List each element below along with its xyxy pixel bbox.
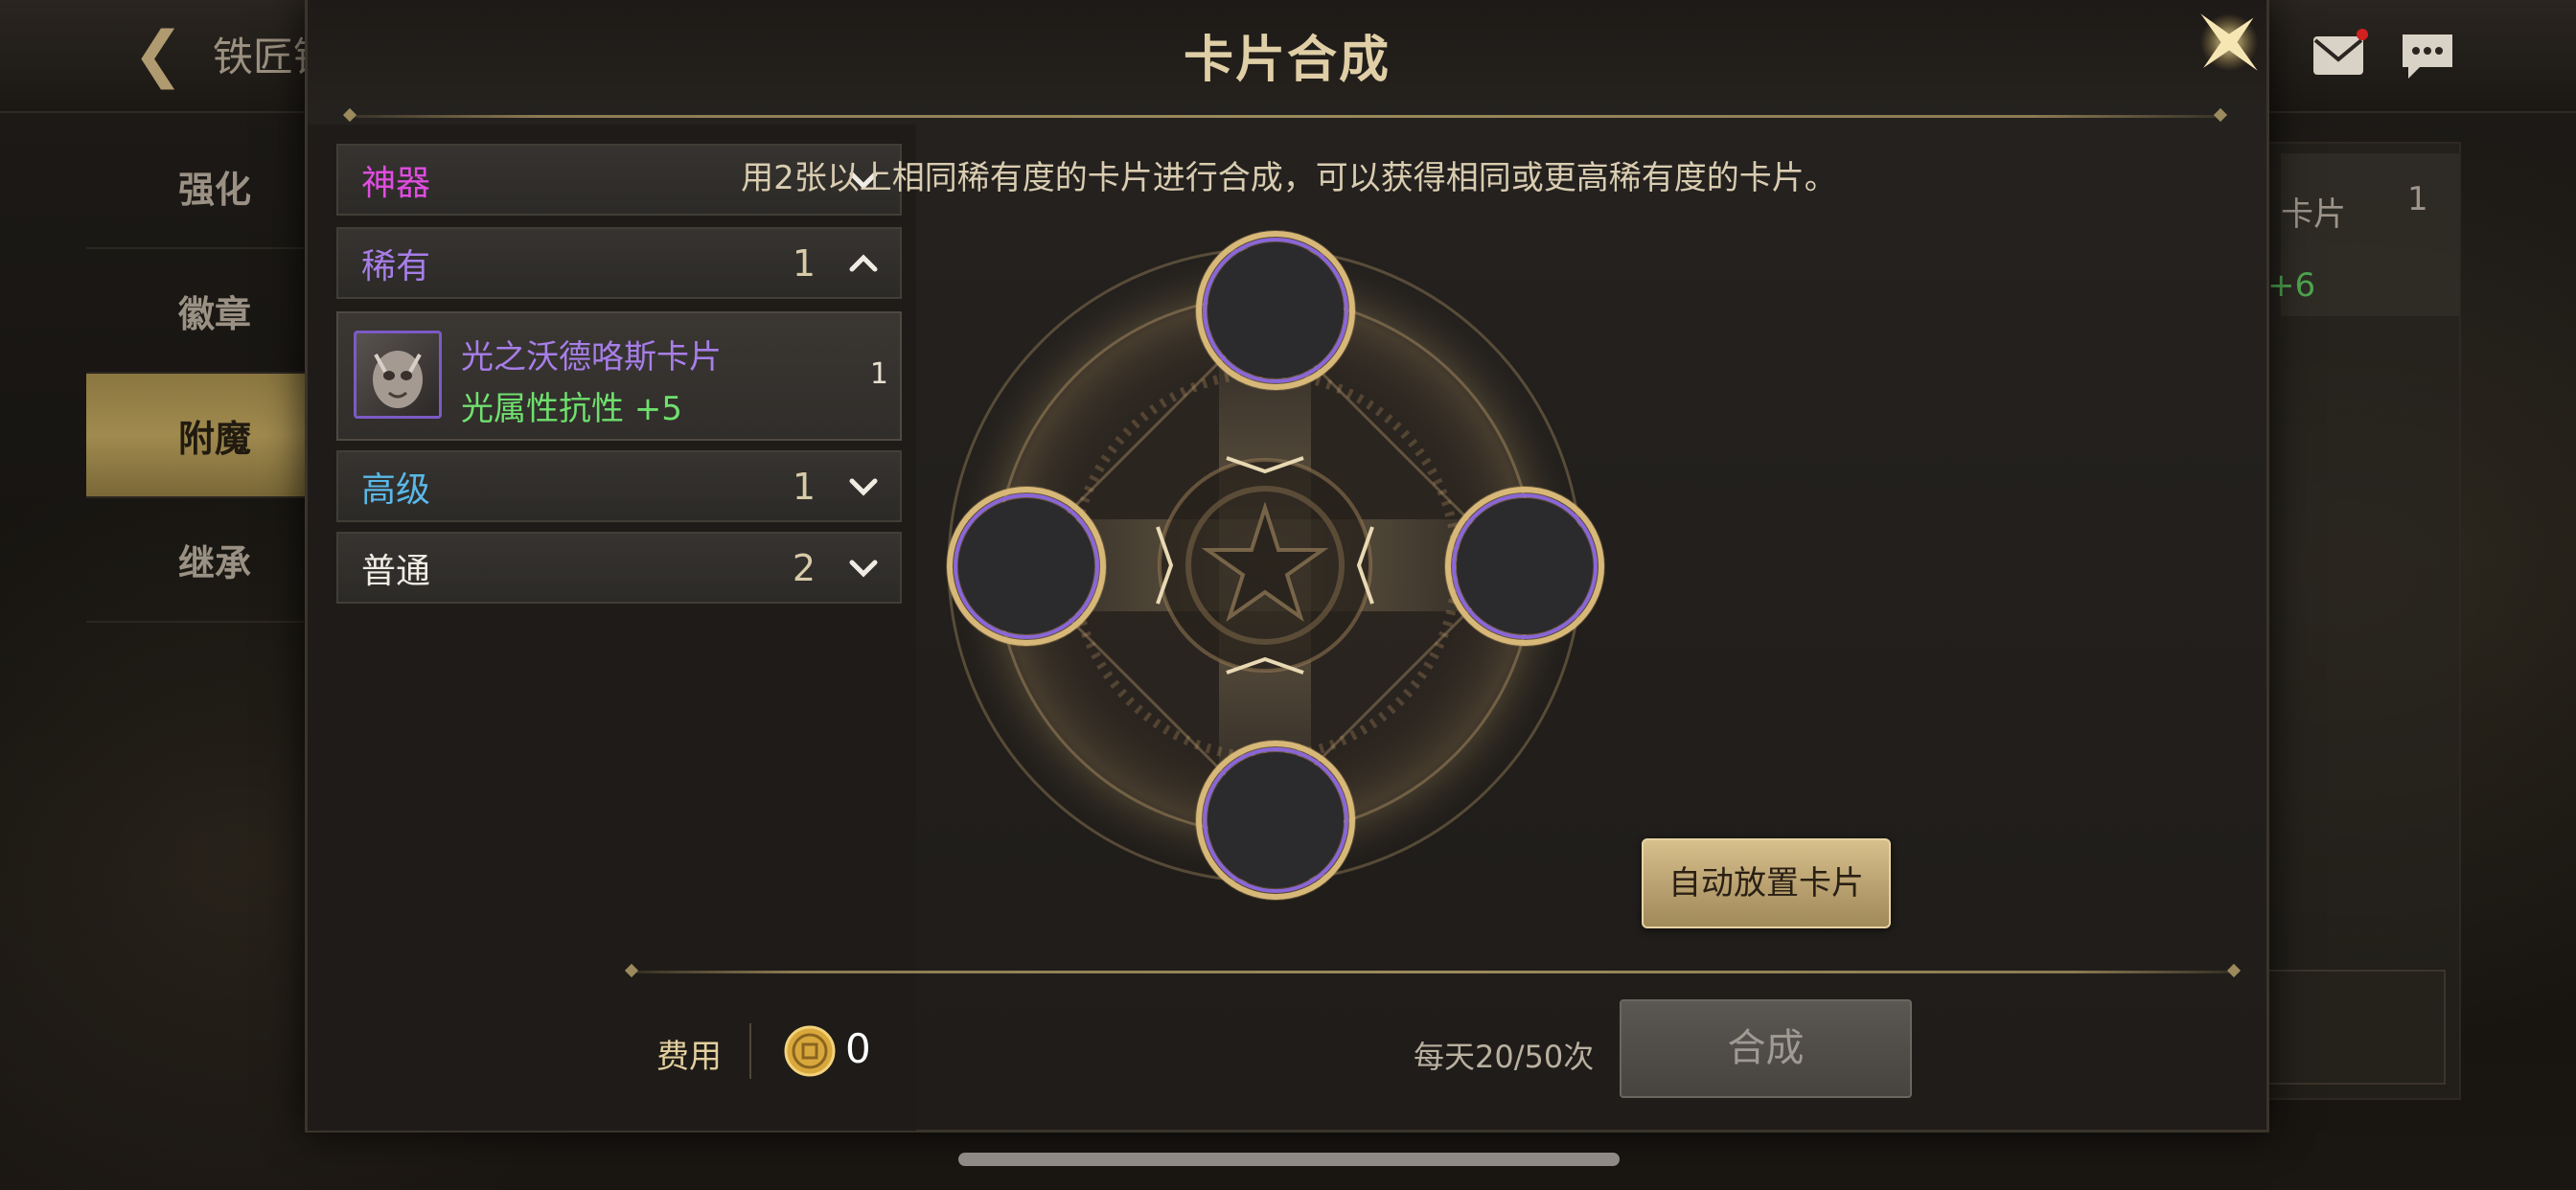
menu-item-badge[interactable]: 徽章	[86, 249, 307, 374]
home-indicator[interactable]	[958, 1153, 1620, 1166]
background-button	[2267, 970, 2446, 1085]
background-card-bonus: +6	[2267, 266, 2316, 305]
chevron-up-icon	[849, 253, 878, 271]
background-card-count: 1	[2407, 180, 2428, 218]
mail-icon[interactable]	[2312, 29, 2369, 82]
chevron-down-icon	[849, 478, 878, 496]
synthesize-button[interactable]: 合成	[1620, 999, 1912, 1098]
card-slot-left[interactable]	[944, 484, 1109, 649]
synthesis-description: 用2张以上相同稀有度的卡片进行合成，可以获得相同或更高稀有度的卡片。	[741, 159, 1837, 197]
cost-label: 费用	[656, 1038, 722, 1076]
chat-icon[interactable]	[2399, 29, 2456, 82]
card-thumbnail-icon	[354, 331, 442, 419]
close-icon[interactable]	[2181, 2, 2277, 88]
card-attribute: 光属性抗性 +5	[461, 390, 682, 428]
daily-limit: 每天20/50次	[1414, 1039, 1595, 1075]
menu-item-enchant[interactable]: 附魔	[86, 374, 307, 498]
menu-item-enhance[interactable]: 强化	[86, 125, 307, 249]
screen-title: 铁匠铺	[213, 34, 309, 80]
card-name: 光之沃德咯斯卡片	[461, 338, 722, 377]
card-quantity: 1	[869, 357, 888, 391]
cost-value: 0	[845, 1025, 871, 1072]
gold-coin-icon	[784, 1025, 836, 1077]
card-slot-top[interactable]	[1193, 228, 1358, 393]
cost-divider	[749, 1023, 751, 1079]
menu-item-inherit[interactable]: 继承	[86, 498, 307, 623]
category-count: 1	[792, 241, 816, 285]
card-slot-bottom[interactable]	[1193, 738, 1358, 903]
background-card-label: 卡片	[2281, 195, 2346, 234]
back-arrow-icon[interactable]: ❮	[125, 21, 192, 88]
category-advanced[interactable]: 高级 1	[336, 450, 902, 522]
card-slot-right[interactable]	[1442, 484, 1607, 649]
dialog-title: 卡片合成	[1183, 32, 1391, 89]
header-divider	[351, 115, 2220, 118]
blacksmith-menu: 强化 徽章 附魔 继承	[86, 125, 307, 623]
card-list-item[interactable]: 光之沃德咯斯卡片 光属性抗性 +5 1	[336, 311, 902, 441]
category-label: 稀有	[361, 246, 431, 286]
category-count: 2	[792, 546, 816, 589]
category-count: 1	[792, 465, 816, 508]
category-label: 普通	[361, 551, 431, 591]
auto-place-button[interactable]: 自动放置卡片	[1642, 838, 1891, 928]
category-normal[interactable]: 普通 2	[336, 532, 902, 604]
chevron-down-icon	[849, 560, 878, 578]
category-rare[interactable]: 稀有 1	[336, 227, 902, 299]
footer-divider	[632, 971, 2233, 973]
category-label: 高级	[361, 469, 431, 510]
